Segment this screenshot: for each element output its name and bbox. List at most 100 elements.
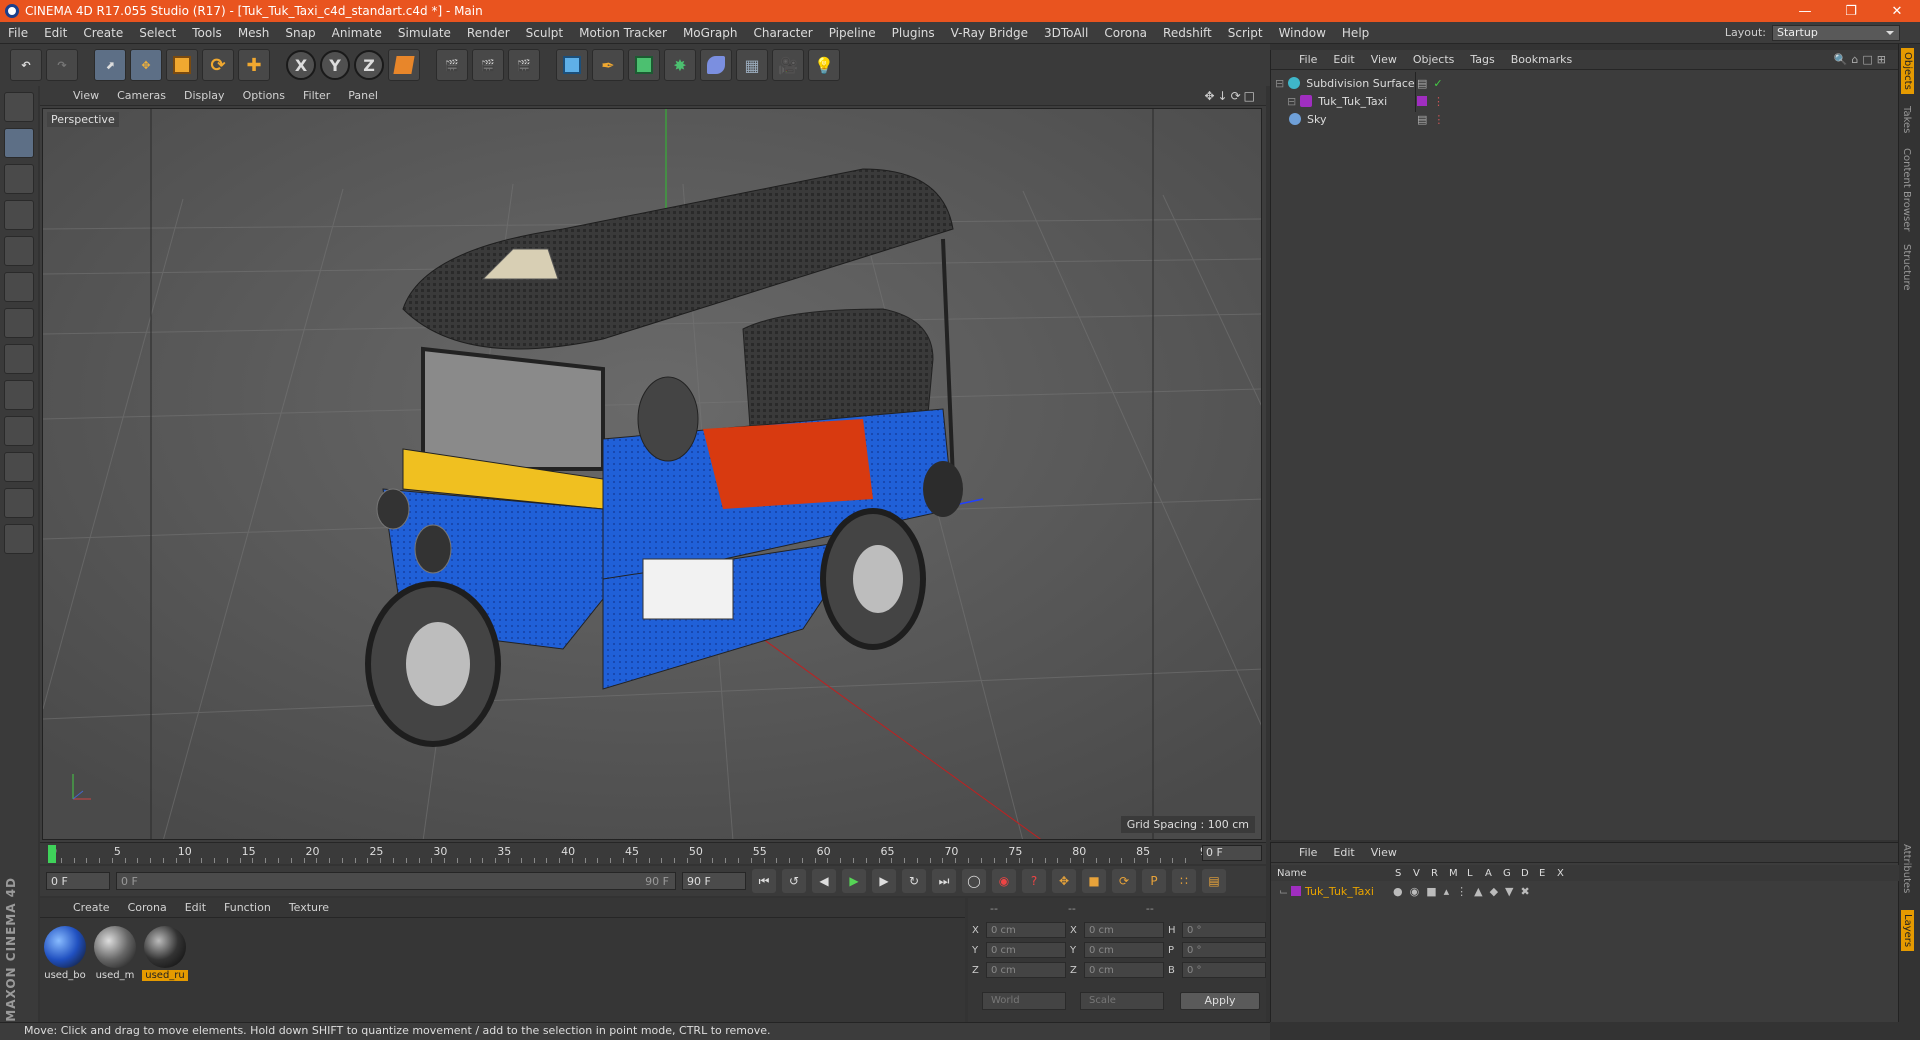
- menu-mesh[interactable]: Mesh: [230, 26, 278, 40]
- objects-menu-view[interactable]: View: [1363, 53, 1405, 66]
- transform-tool-button[interactable]: ✚: [238, 49, 270, 81]
- menu-create[interactable]: Create: [75, 26, 131, 40]
- menu-tools[interactable]: Tools: [184, 26, 230, 40]
- menu-pipeline[interactable]: Pipeline: [821, 26, 884, 40]
- objects-menu-tags[interactable]: Tags: [1462, 53, 1502, 66]
- menu-select[interactable]: Select: [131, 26, 184, 40]
- key-rotation-button[interactable]: ⟳: [1112, 869, 1136, 893]
- axis-mode-button[interactable]: [4, 344, 34, 374]
- coordinate-system-button[interactable]: [388, 49, 420, 81]
- menu-mograph[interactable]: MoGraph: [675, 26, 746, 40]
- visibility-dots-icon[interactable]: ⋮: [1433, 113, 1444, 126]
- cube-object-button[interactable]: [556, 49, 588, 81]
- scale-tool-button[interactable]: [166, 49, 198, 81]
- autokey-button[interactable]: ?: [1022, 869, 1046, 893]
- mograph-cloner-button[interactable]: ✸: [664, 49, 696, 81]
- menu-edit[interactable]: Edit: [36, 26, 75, 40]
- undo-button[interactable]: ↶: [10, 49, 42, 81]
- go-to-end-button[interactable]: ⏭: [932, 869, 956, 893]
- y-axis-button[interactable]: Y: [320, 50, 350, 80]
- viewport-menu-display[interactable]: Display: [175, 89, 234, 102]
- tab-objects[interactable]: Objects: [1901, 48, 1914, 94]
- key-position-button[interactable]: ✥: [1052, 869, 1076, 893]
- menu-sculpt[interactable]: Sculpt: [518, 26, 571, 40]
- redo-button[interactable]: ↷: [46, 49, 78, 81]
- coordinate-mode-dropdown[interactable]: World: [982, 992, 1066, 1010]
- objects-menu-edit[interactable]: Edit: [1325, 53, 1362, 66]
- viewport-canvas[interactable]: Perspective Grid Spacing: 100 cm: [42, 108, 1262, 840]
- viewport-menu-filter[interactable]: Filter: [294, 89, 339, 102]
- start-frame-field[interactable]: 0 F: [46, 872, 110, 890]
- frame-range-slider[interactable]: 0 F 90 F: [116, 872, 676, 890]
- material-menu-corona[interactable]: Corona: [119, 901, 176, 914]
- restore-button[interactable]: ❐: [1828, 4, 1874, 19]
- current-frame-field[interactable]: 0 F: [1202, 845, 1262, 861]
- rotate-tool-button[interactable]: ⟳: [202, 49, 234, 81]
- tab-layers[interactable]: Layers: [1901, 910, 1914, 952]
- tweak-mode-button[interactable]: [4, 380, 34, 410]
- keyframe-selection-button[interactable]: ◯: [962, 869, 986, 893]
- object-manager-search-icon[interactable]: 🔍⌂□⊞: [1834, 53, 1890, 66]
- playhead[interactable]: [48, 845, 56, 863]
- menu-3dtoall[interactable]: 3DToAll: [1036, 26, 1096, 40]
- layers-menu-file[interactable]: File: [1291, 846, 1325, 859]
- position-y-field[interactable]: 0 cm: [986, 942, 1066, 958]
- end-frame-field[interactable]: 90 F: [682, 872, 746, 890]
- menu-character[interactable]: Character: [745, 26, 820, 40]
- tab-takes[interactable]: Takes: [1901, 106, 1912, 133]
- subdivision-button[interactable]: [628, 49, 660, 81]
- rotation-h-field[interactable]: 0 °: [1182, 922, 1266, 938]
- snap-button[interactable]: [4, 452, 34, 482]
- objects-menu-file[interactable]: File: [1291, 53, 1325, 66]
- size-z-field[interactable]: 0 cm: [1084, 962, 1164, 978]
- menu-corona[interactable]: Corona: [1096, 26, 1155, 40]
- menu-render[interactable]: Render: [459, 26, 518, 40]
- visibility-dots-icon[interactable]: ⋮: [1433, 95, 1444, 108]
- material-item[interactable]: used_m: [92, 926, 138, 981]
- model-mode-button[interactable]: [4, 128, 34, 158]
- timeline-window-button[interactable]: ▤: [1202, 869, 1226, 893]
- material-menu-edit[interactable]: Edit: [176, 901, 215, 914]
- light-button[interactable]: 💡: [808, 49, 840, 81]
- rotation-p-field[interactable]: 0 °: [1182, 942, 1266, 958]
- menu-plugins[interactable]: Plugins: [884, 26, 943, 40]
- menu-simulate[interactable]: Simulate: [390, 26, 459, 40]
- render-view-button[interactable]: 🎬: [436, 49, 468, 81]
- layers-menu-view[interactable]: View: [1363, 846, 1405, 859]
- next-key-button[interactable]: ↻: [902, 869, 926, 893]
- key-pla-button[interactable]: ∷: [1172, 869, 1196, 893]
- position-z-field[interactable]: 0 cm: [986, 962, 1066, 978]
- objects-menu-objects[interactable]: Objects: [1405, 53, 1463, 66]
- tab-attributes[interactable]: Attributes: [1901, 844, 1912, 893]
- material-menu-function[interactable]: Function: [215, 901, 280, 914]
- move-tool-button[interactable]: ✥: [130, 49, 162, 81]
- menu-file[interactable]: File: [0, 26, 36, 40]
- tab-content-browser[interactable]: Content Browser: [1901, 148, 1912, 231]
- deformer-button[interactable]: [700, 49, 732, 81]
- layers-menu-edit[interactable]: Edit: [1325, 846, 1362, 859]
- render-settings-button[interactable]: 🎬: [508, 49, 540, 81]
- x-axis-button[interactable]: X: [286, 50, 316, 80]
- go-to-start-button[interactable]: ⏮: [752, 869, 776, 893]
- edges-mode-button[interactable]: [4, 272, 34, 302]
- layer-flags-icons[interactable]: ●◉■▴⋮▲◆▼✖: [1393, 885, 1537, 898]
- play-button[interactable]: ▶: [842, 869, 866, 893]
- tab-structure[interactable]: Structure: [1901, 244, 1912, 291]
- size-mode-dropdown[interactable]: Scale: [1080, 992, 1164, 1010]
- objects-menu-bookmarks[interactable]: Bookmarks: [1503, 53, 1580, 66]
- menu-vray-bridge[interactable]: V-Ray Bridge: [943, 26, 1036, 40]
- key-param-button[interactable]: P: [1142, 869, 1166, 893]
- viewport-menu-view[interactable]: View: [64, 89, 108, 102]
- timeline-ruler[interactable]: 051015202530354045505560657075808590 0 F: [40, 842, 1266, 864]
- minimize-button[interactable]: —: [1782, 4, 1828, 19]
- menu-snap[interactable]: Snap: [277, 26, 323, 40]
- menu-redshift[interactable]: Redshift: [1155, 26, 1220, 40]
- workplane-button[interactable]: [4, 524, 34, 554]
- close-button[interactable]: ✕: [1874, 4, 1920, 19]
- workplane-mode-button[interactable]: [4, 200, 34, 230]
- position-x-field[interactable]: 0 cm: [986, 922, 1066, 938]
- previous-key-button[interactable]: ↺: [782, 869, 806, 893]
- floor-button[interactable]: ▦: [736, 49, 768, 81]
- menu-animate[interactable]: Animate: [324, 26, 390, 40]
- z-axis-button[interactable]: Z: [354, 50, 384, 80]
